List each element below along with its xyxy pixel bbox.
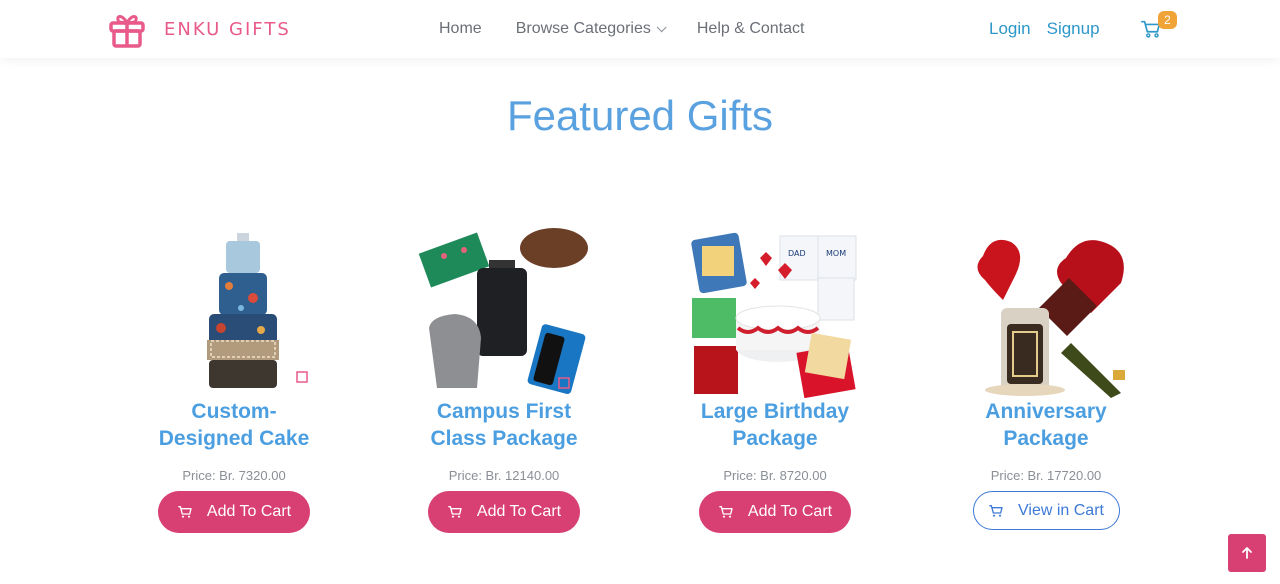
product-name-line: Anniversary bbox=[985, 400, 1107, 423]
product-price: Price: Br. 8720.00 bbox=[723, 468, 827, 483]
product-image[interactable] bbox=[961, 228, 1131, 398]
product-price: Price: Br. 17720.00 bbox=[990, 468, 1102, 483]
login-link[interactable]: Login bbox=[989, 19, 1031, 39]
product-name[interactable]: Campus First Class Package bbox=[404, 398, 604, 454]
product-name-line: Large Birthday bbox=[700, 400, 850, 423]
gift-icon bbox=[109, 15, 145, 48]
product-name[interactable]: Custom- Designed Cake bbox=[134, 398, 334, 454]
cart-icon bbox=[178, 506, 192, 518]
chevron-down-icon bbox=[656, 21, 667, 32]
add-to-cart-button[interactable]: Add To Cart bbox=[158, 491, 310, 533]
product-card: Custom- Designed Cake Price: Br. 7320.00… bbox=[134, 228, 334, 533]
main-nav: Home Browse Categories Help & Contact bbox=[439, 18, 838, 40]
product-name-line: Package bbox=[1003, 427, 1089, 450]
brand-name: ENKU GIFTS bbox=[164, 18, 291, 40]
cart-icon bbox=[989, 504, 1003, 517]
product-name-line: Custom- bbox=[191, 400, 277, 423]
auth-links: Login Signup bbox=[989, 19, 1116, 39]
product-name-line: Designed Cake bbox=[158, 427, 310, 450]
add-to-cart-button[interactable]: Add To Cart bbox=[699, 491, 851, 533]
product-name-line: Campus First bbox=[436, 400, 572, 423]
product-name[interactable]: Large Birthday Package bbox=[675, 398, 875, 454]
product-name[interactable]: Anniversary Package bbox=[946, 398, 1146, 454]
svg-text:DAD: DAD bbox=[788, 249, 806, 258]
cart-icon bbox=[448, 506, 462, 518]
nav-item-label: Browse Categories bbox=[515, 20, 651, 37]
product-card: DAD MOM Large Birthday Package Price: Br… bbox=[675, 228, 875, 533]
product-price: Price: Br. 12140.00 bbox=[448, 468, 560, 483]
cart-icon bbox=[719, 506, 733, 518]
scroll-to-top-button[interactable] bbox=[1228, 534, 1266, 572]
button-label: Add To Cart bbox=[747, 503, 833, 520]
button-label: Add To Cart bbox=[206, 503, 292, 520]
nav-item-label: Home bbox=[439, 20, 482, 37]
nav-item-label: Help & Contact bbox=[696, 20, 805, 37]
arrow-up-icon bbox=[1242, 547, 1252, 559]
section-title: Featured Gifts bbox=[506, 92, 774, 139]
button-label: View in Cart bbox=[1018, 501, 1104, 519]
product-card: Anniversary Package Price: Br. 17720.00 … bbox=[946, 228, 1146, 530]
product-name-line: Class Package bbox=[430, 427, 578, 450]
nav-item-home[interactable]: Home bbox=[439, 18, 482, 40]
product-image[interactable] bbox=[149, 228, 319, 398]
product-image[interactable] bbox=[419, 228, 589, 398]
nav-item-help-contact[interactable]: Help & Contact bbox=[697, 18, 805, 40]
site-header: ENKU GIFTS Home Browse Categories Help &… bbox=[0, 0, 1280, 58]
add-to-cart-button[interactable]: Add To Cart bbox=[428, 491, 580, 533]
signup-link[interactable]: Signup bbox=[1047, 19, 1100, 39]
product-card: Campus First Class Package Price: Br. 12… bbox=[404, 228, 604, 533]
svg-text:MOM: MOM bbox=[826, 249, 846, 258]
product-image[interactable]: DAD MOM bbox=[690, 228, 860, 398]
brand-logo[interactable]: ENKU GIFTS bbox=[108, 10, 291, 48]
button-label: Add To Cart bbox=[476, 503, 562, 520]
nav-item-browse-categories[interactable]: Browse Categories bbox=[515, 18, 667, 40]
cart-count-badge: 2 bbox=[1158, 11, 1177, 29]
product-name-line: Package bbox=[732, 427, 818, 450]
product-price: Price: Br. 7320.00 bbox=[182, 468, 286, 483]
view-in-cart-button[interactable]: View in Cart bbox=[972, 491, 1120, 530]
